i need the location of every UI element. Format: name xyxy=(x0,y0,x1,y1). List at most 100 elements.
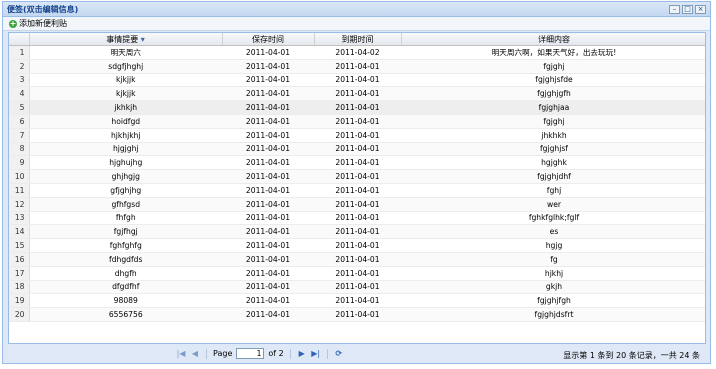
cell-summary: fdhgdfds xyxy=(29,252,222,267)
cell-summary: jkhkjh xyxy=(29,100,222,115)
row-number: 14 xyxy=(9,224,30,240)
cell-due-time: 2011-04-01 xyxy=(314,183,401,198)
row-number: 8 xyxy=(9,142,30,157)
row-number: 20 xyxy=(9,307,30,322)
page-label: Page xyxy=(213,349,233,358)
cell-summary: fhfgh xyxy=(29,211,222,226)
table-row[interactable]: 3 kjkjjk 2011-04-01 2011-04-01 fgjghjsfde xyxy=(9,73,705,88)
cell-save-time: 2011-04-01 xyxy=(222,100,314,115)
table-row[interactable]: 10 ghjhgjg 2011-04-01 2011-04-01 fgjghjdhf xyxy=(9,169,705,184)
column-header-summary[interactable]: 事情提要 ▾ xyxy=(29,33,223,46)
cell-summary: 98089 xyxy=(29,293,222,309)
table-row[interactable]: 5 jkhkjh 2011-04-01 2011-04-01 fgjghjaa xyxy=(9,100,705,115)
display-info: 显示第 1 条到 20 条记录，一共 24 条 xyxy=(563,351,700,360)
prev-page-icon[interactable]: ◀ xyxy=(190,349,200,359)
cell-summary: 6556756 xyxy=(29,307,222,322)
table-row[interactable]: 20 6556756 2011-04-01 2011-04-01 fgjghjdsfrt xyxy=(9,307,705,322)
row-number: 17 xyxy=(9,266,30,281)
table-row[interactable]: 19 98089 2011-04-01 2011-04-01 fgjghjfgh xyxy=(9,293,705,309)
page-count-label: of 2 xyxy=(268,349,284,358)
page-number-input[interactable]: 1 xyxy=(236,348,265,359)
cell-details: fgjghjfgh xyxy=(401,293,705,309)
cell-details: 明天周六啊，如果天气好，出去玩玩! xyxy=(401,45,705,60)
cell-due-time: 2011-04-02 xyxy=(314,45,401,60)
cell-due-time: 2011-04-01 xyxy=(314,211,401,226)
table-row[interactable]: 17 dhgfh 2011-04-01 2011-04-01 hjkhj xyxy=(9,266,705,281)
first-page-icon[interactable]: |◀ xyxy=(176,349,186,359)
cell-details: fgjghjdsfrt xyxy=(401,307,705,322)
cell-details: wer xyxy=(401,197,705,212)
minimize-icon[interactable]: – xyxy=(669,4,680,14)
refresh-icon[interactable]: ⟳ xyxy=(334,349,344,359)
row-number: 10 xyxy=(9,169,30,184)
close-icon[interactable]: × xyxy=(695,4,706,14)
maximize-icon[interactable]: □ xyxy=(682,4,693,14)
table-row[interactable]: 7 hjkhjkhj 2011-04-01 2011-04-01 jhkhkh xyxy=(9,128,705,143)
separator xyxy=(289,348,291,359)
cell-details: jhkhkh xyxy=(401,128,705,143)
notes-grid: 事情提要 ▾ 保存时间 到期时间 详细内容 1 明天周六 2011-04-01 201… xyxy=(8,32,706,344)
sort-desc-icon: ▾ xyxy=(140,34,145,44)
table-row[interactable]: 9 hjghujhg 2011-04-01 2011-04-01 hgjghk xyxy=(9,155,705,171)
separator xyxy=(326,348,328,359)
cell-summary: fgjfhgj xyxy=(29,224,222,240)
column-header-save-time[interactable]: 保存时间 xyxy=(222,33,315,46)
cell-details: fgjghj xyxy=(401,114,705,129)
cell-due-time: 2011-04-01 xyxy=(314,293,401,309)
cell-save-time: 2011-04-01 xyxy=(222,266,314,281)
cell-save-time: 2011-04-01 xyxy=(222,252,314,267)
cell-due-time: 2011-04-01 xyxy=(314,128,401,143)
cell-details: fgjghjsfde xyxy=(401,73,705,88)
cell-due-time: 2011-04-01 xyxy=(314,86,401,102)
table-row[interactable]: 11 gfjghjhg 2011-04-01 2011-04-01 fghj xyxy=(9,183,705,198)
cell-details: fgjghjdhf xyxy=(401,169,705,184)
table-row[interactable]: 6 hoidfgd 2011-04-01 2011-04-01 fgjghj xyxy=(9,114,705,129)
cell-due-time: 2011-04-01 xyxy=(314,266,401,281)
cell-summary: ghjhgjg xyxy=(29,169,222,184)
row-number: 4 xyxy=(9,86,30,102)
cell-due-time: 2011-04-01 xyxy=(314,224,401,240)
grid-body: 1 明天周六 2011-04-01 2011-04-02 明天周六啊，如果天气好，出去玩… xyxy=(9,45,705,322)
cell-details: gkjh xyxy=(401,280,705,295)
cell-details: fghkfglhk;fglf xyxy=(401,211,705,226)
table-row[interactable]: 14 fgjfhgj 2011-04-01 2011-04-01 es xyxy=(9,224,705,240)
cell-details: fg xyxy=(401,252,705,267)
row-number: 19 xyxy=(9,293,30,309)
table-row[interactable]: 8 hjgjghj 2011-04-01 2011-04-01 fgjghjsf xyxy=(9,142,705,157)
next-page-icon[interactable]: ▶ xyxy=(297,349,307,359)
cell-details: es xyxy=(401,224,705,240)
table-row[interactable]: 18 dfgdfhf 2011-04-01 2011-04-01 gkjh xyxy=(9,280,705,295)
cell-details: fgjghjaa xyxy=(401,100,705,115)
window-titlebar[interactable]: 便签(双击编辑信息) – □ × xyxy=(3,2,710,17)
table-row[interactable]: 13 fhfgh 2011-04-01 2011-04-01 fghkfglhk;fgl… xyxy=(9,211,705,226)
cell-save-time: 2011-04-01 xyxy=(222,155,314,171)
table-row[interactable]: 16 fdhgdfds 2011-04-01 2011-04-01 fg xyxy=(9,252,705,267)
table-row[interactable]: 15 fghfghfg 2011-04-01 2011-04-01 hgjg xyxy=(9,238,705,253)
pager-controls: |◀ ◀ Page 1 of 2 ▶ ▶| ⟳ xyxy=(176,348,344,359)
column-header-details[interactable]: 详细内容 xyxy=(401,33,705,46)
row-number: 7 xyxy=(9,128,30,143)
table-row[interactable]: 1 明天周六 2011-04-01 2011-04-02 明天周六啊，如果天气好，出去玩… xyxy=(9,45,705,60)
add-icon: + xyxy=(9,18,17,28)
cell-details: hgjg xyxy=(401,238,705,253)
cell-save-time: 2011-04-01 xyxy=(222,114,314,129)
toolbar: + 添加新便利贴 xyxy=(3,17,710,31)
table-row[interactable]: 2 sdgfjhghj 2011-04-01 2011-04-01 fgjghj xyxy=(9,59,705,74)
cell-save-time: 2011-04-01 xyxy=(222,307,314,322)
table-row[interactable]: 4 kjkjjk 2011-04-01 2011-04-01 fgjghjgfh xyxy=(9,86,705,102)
row-number: 15 xyxy=(9,238,30,253)
cell-details: fgjghj xyxy=(401,59,705,74)
table-row[interactable]: 12 gfhfgsd 2011-04-01 2011-04-01 wer xyxy=(9,197,705,212)
cell-summary: dhgfh xyxy=(29,266,222,281)
cell-save-time: 2011-04-01 xyxy=(222,197,314,212)
last-page-icon[interactable]: ▶| xyxy=(311,349,321,359)
cell-due-time: 2011-04-01 xyxy=(314,280,401,295)
column-header-due-time[interactable]: 到期时间 xyxy=(314,33,402,46)
cell-save-time: 2011-04-01 xyxy=(222,293,314,309)
cell-save-time: 2011-04-01 xyxy=(222,169,314,184)
add-note-button[interactable]: + 添加新便利贴 xyxy=(9,18,67,29)
row-number: 3 xyxy=(9,73,30,88)
cell-due-time: 2011-04-01 xyxy=(314,73,401,88)
cell-summary: dfgdfhf xyxy=(29,280,222,295)
window-title: 便签(双击编辑信息) xyxy=(7,4,79,14)
